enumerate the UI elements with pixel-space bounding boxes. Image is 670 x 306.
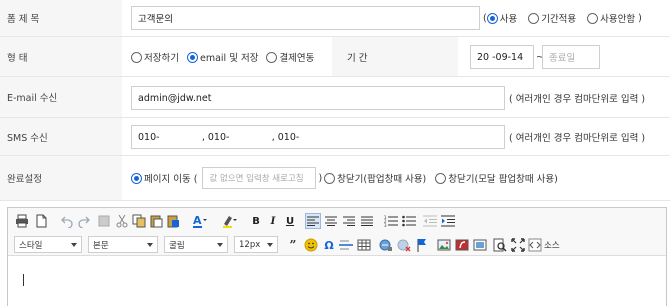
- complete-label: 완료설정: [0, 156, 122, 200]
- format-select[interactable]: 본문: [88, 236, 158, 253]
- horizontal-rule-icon[interactable]: [338, 237, 354, 253]
- usage-radio-group: ( 사용 기간적용 사용안함 ): [483, 11, 642, 25]
- sms-input[interactable]: 010- , 010- , 010-: [131, 125, 505, 149]
- form-title-label: 폼 제 목: [0, 0, 122, 36]
- print-icon[interactable]: [14, 213, 30, 229]
- style-select[interactable]: 스타일: [14, 236, 82, 253]
- unlink-icon[interactable]: [396, 237, 412, 253]
- ordered-list-icon[interactable]: 123: [383, 213, 399, 229]
- complete-radio-group: 페이지 이동 ( 값 없으면 입력창 새로고침 ) 창닫기(팝업창때 사용) 창…: [131, 166, 561, 190]
- font-size-select[interactable]: 12px: [234, 236, 278, 253]
- usage-radio-disable[interactable]: 사용안함: [587, 11, 635, 25]
- preview-icon[interactable]: [492, 237, 508, 253]
- select-all-icon[interactable]: [96, 213, 112, 229]
- type-radio-save[interactable]: 저장하기: [131, 50, 179, 64]
- end-date-input[interactable]: 종료일: [542, 45, 600, 69]
- period-label-cell: 기 간: [332, 37, 458, 76]
- chevron-down-icon: [71, 243, 77, 247]
- align-left-icon[interactable]: [305, 213, 321, 229]
- type-radio-email-save[interactable]: email 및 저장: [186, 50, 258, 64]
- radio-off-icon: [587, 12, 599, 24]
- redo-icon[interactable]: [76, 213, 92, 229]
- form-title-row: 폼 제 목 고객문의 ( 사용 기간적용 사용안함 ): [0, 0, 670, 37]
- bold-icon[interactable]: B: [248, 213, 264, 229]
- radio-off-icon: [324, 172, 336, 184]
- align-right-icon[interactable]: [341, 213, 357, 229]
- text-caret: [23, 274, 24, 286]
- image-icon[interactable]: [436, 237, 452, 253]
- email-row: E-mail 수신 admin@jdw.net ( 여러개인 경우 컴마단위로 …: [0, 77, 670, 118]
- radio-off-icon: [131, 51, 142, 63]
- indent-icon[interactable]: [440, 213, 456, 229]
- redirect-url-input[interactable]: 값 없으면 입력창 새로고침: [202, 167, 317, 189]
- period-label: 기 간: [347, 53, 368, 64]
- complete-radio-close-modal[interactable]: 창닫기(모달 팝업창때 사용): [435, 171, 558, 185]
- maximize-icon[interactable]: [510, 237, 526, 253]
- sms-hint: ( 여러개인 경우 컴마단위로 입력 ): [509, 133, 646, 144]
- align-justify-icon[interactable]: [359, 213, 375, 229]
- rich-text-editor: A B I U 123 스타일 본문 굴림 12px ” Ω 소스: [7, 207, 667, 306]
- font-color-icon[interactable]: A: [192, 213, 208, 229]
- svg-text:A: A: [193, 214, 202, 227]
- radio-off-icon: [266, 51, 278, 63]
- radio-on-icon: [186, 51, 198, 63]
- svg-text:3: 3: [384, 223, 387, 227]
- editor-toolbar-bottom: 스타일 본문 굴림 12px ” Ω 소스: [8, 234, 666, 256]
- anchor-flag-icon[interactable]: [414, 237, 430, 253]
- link-icon[interactable]: [378, 237, 394, 253]
- paste-text-icon[interactable]: [165, 213, 181, 229]
- usage-radio-use[interactable]: 사용: [486, 11, 517, 25]
- italic-icon[interactable]: I: [265, 213, 281, 229]
- chevron-down-icon: [217, 243, 223, 247]
- undo-icon[interactable]: [59, 213, 75, 229]
- outdent-icon[interactable]: [422, 213, 438, 229]
- radio-on-icon: [486, 12, 498, 24]
- complete-row: 완료설정 페이지 이동 ( 값 없으면 입력창 새로고침 ) 창닫기(팝업창때 …: [0, 156, 670, 201]
- form-type-row: 형 태 저장하기 email 및 저장 결제연동 기 간 20 -09-14 ~…: [0, 37, 670, 77]
- complete-radio-page[interactable]: 페이지 이동 (: [131, 171, 197, 185]
- copy-icon[interactable]: [131, 213, 147, 229]
- form-title-input[interactable]: 고객문의: [131, 6, 480, 30]
- iframe-icon[interactable]: [472, 237, 488, 253]
- chevron-down-icon: [267, 243, 273, 247]
- underline-icon[interactable]: U: [282, 213, 298, 229]
- start-date-input[interactable]: 20 -09-14: [470, 45, 534, 69]
- source-icon: [528, 238, 542, 252]
- paste-icon[interactable]: [148, 213, 164, 229]
- align-center-icon[interactable]: [323, 213, 339, 229]
- table-icon[interactable]: [356, 237, 372, 253]
- complete-radio-close-popup[interactable]: 창닫기(팝업창때 사용): [324, 171, 426, 185]
- sms-row: SMS 수신 010- , 010- , 010- ( 여러개인 경우 컴마단위…: [0, 118, 670, 156]
- email-hint: ( 여러개인 경우 컴마단위로 입력 ): [509, 94, 646, 105]
- sms-label: SMS 수신: [0, 118, 122, 155]
- type-radio-payment[interactable]: 결제연동: [266, 50, 314, 64]
- blockquote-icon[interactable]: ”: [285, 237, 301, 253]
- email-input[interactable]: admin@jdw.net: [131, 86, 505, 110]
- email-label: E-mail 수신: [0, 77, 122, 117]
- radio-on-icon: [131, 172, 142, 184]
- cut-icon[interactable]: [114, 213, 130, 229]
- usage-radio-period[interactable]: 기간적용: [528, 11, 576, 25]
- source-button[interactable]: 소스: [528, 237, 560, 253]
- type-radio-group: 저장하기 email 및 저장 결제연동: [131, 45, 317, 69]
- emoticon-icon[interactable]: [303, 237, 319, 253]
- editor-toolbar-top: A B I U 123: [8, 208, 666, 234]
- special-char-icon[interactable]: Ω: [321, 237, 337, 253]
- bullet-list-icon[interactable]: [401, 213, 417, 229]
- radio-off-icon: [435, 172, 447, 184]
- chevron-down-icon: [147, 243, 153, 247]
- font-family-select[interactable]: 굴림: [164, 236, 228, 253]
- new-page-icon[interactable]: [33, 213, 49, 229]
- flash-icon[interactable]: [454, 237, 470, 253]
- form-type-label: 형 태: [0, 37, 122, 76]
- highlight-color-icon[interactable]: [222, 213, 238, 229]
- radio-off-icon: [528, 12, 540, 24]
- editor-content-area[interactable]: [8, 256, 666, 306]
